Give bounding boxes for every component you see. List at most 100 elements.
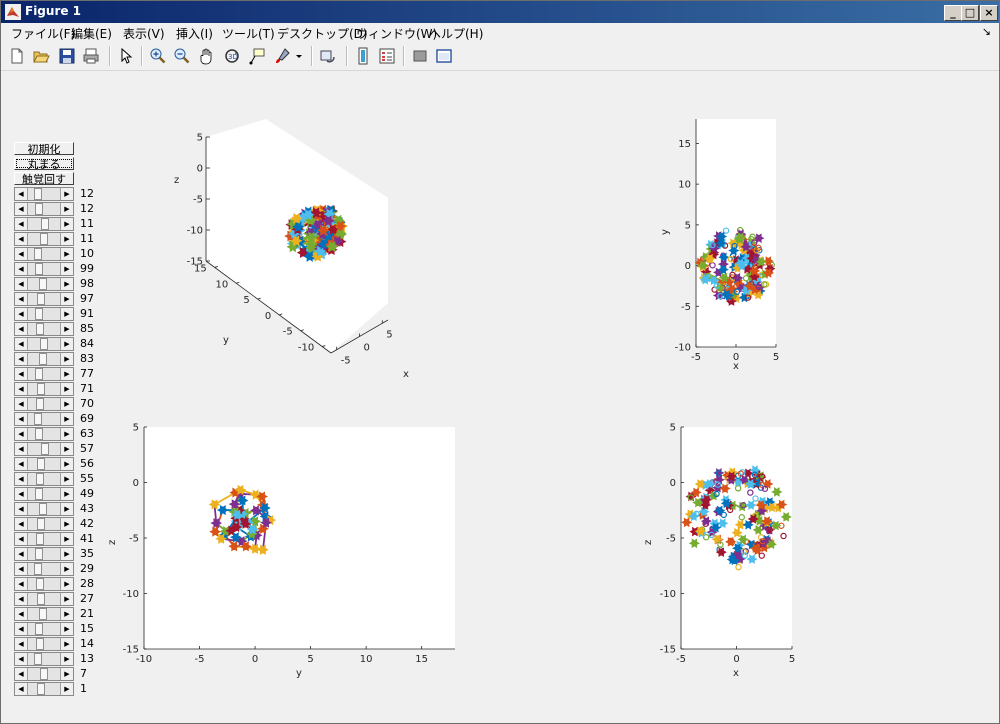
slider-16[interactable]: ◀ ▶ [14,412,74,426]
slider-thumb[interactable] [37,683,46,695]
hide-plot-tools-icon[interactable] [411,47,429,65]
slider-thumb[interactable] [33,653,42,665]
slider-right-arrow-icon[interactable]: ▶ [60,518,73,530]
new-figure-icon[interactable] [8,47,26,65]
slider-left-arrow-icon[interactable]: ◀ [15,353,28,365]
title-bar[interactable]: Figure 1 _ □ × [1,1,999,23]
slider-thumb[interactable] [36,323,45,335]
slider-thumb[interactable] [34,263,43,275]
slider-6[interactable]: ◀ ▶ [14,262,74,276]
slider-thumb[interactable] [33,188,42,200]
slider-thumb[interactable] [34,488,43,500]
slider-21[interactable]: ◀ ▶ [14,487,74,501]
dock-figure-icon[interactable]: ↘ [982,25,991,38]
slider-9[interactable]: ◀ ▶ [14,307,74,321]
slider-right-arrow-icon[interactable]: ▶ [60,623,73,635]
slider-13[interactable]: ◀ ▶ [14,367,74,381]
slider-left-arrow-icon[interactable]: ◀ [15,503,28,515]
slider-14[interactable]: ◀ ▶ [14,382,74,396]
slider-thumb[interactable] [36,398,45,410]
slider-right-arrow-icon[interactable]: ▶ [60,668,73,680]
menu-desktop[interactable]: デスクトップ(D) [277,25,368,42]
zoom-out-icon[interactable] [173,47,191,65]
slider-25[interactable]: ◀ ▶ [14,547,74,561]
slider-right-arrow-icon[interactable]: ▶ [60,413,73,425]
init-button[interactable]: 初期化 [14,142,74,156]
slider-left-arrow-icon[interactable]: ◀ [15,278,28,290]
slider-thumb[interactable] [37,593,46,605]
slider-26[interactable]: ◀ ▶ [14,562,74,576]
slider-right-arrow-icon[interactable]: ▶ [60,398,73,410]
menu-file[interactable]: ファイル(F) [11,25,75,42]
close-button[interactable]: × [980,5,998,21]
slider-right-arrow-icon[interactable]: ▶ [60,248,73,260]
slider-15[interactable]: ◀ ▶ [14,397,74,411]
slider-right-arrow-icon[interactable]: ▶ [60,293,73,305]
slider-right-arrow-icon[interactable]: ▶ [60,638,73,650]
slider-left-arrow-icon[interactable]: ◀ [15,338,28,350]
round-button[interactable]: 丸まる [14,157,74,171]
save-icon[interactable] [58,47,76,65]
slider-20[interactable]: ◀ ▶ [14,472,74,486]
slider-24[interactable]: ◀ ▶ [14,532,74,546]
slider-thumb[interactable] [40,233,48,245]
slider-left-arrow-icon[interactable]: ◀ [15,443,28,455]
slider-right-arrow-icon[interactable]: ▶ [60,338,73,350]
insert-colorbar-icon[interactable] [354,47,372,65]
slider-left-arrow-icon[interactable]: ◀ [15,458,28,470]
slider-right-arrow-icon[interactable]: ▶ [60,488,73,500]
axes-xz-view[interactable]: -5 0 5 5 0 -5 -10 -15 z x [641,416,801,686]
slider-11[interactable]: ◀ ▶ [14,337,74,351]
slider-7[interactable]: ◀ ▶ [14,277,74,291]
slider-left-arrow-icon[interactable]: ◀ [15,473,28,485]
zoom-in-icon[interactable] [149,47,167,65]
slider-thumb[interactable] [34,548,43,560]
slider-thumb[interactable] [37,458,46,470]
slider-3[interactable]: ◀ ▶ [14,217,74,231]
slider-left-arrow-icon[interactable]: ◀ [15,248,28,260]
slider-thumb[interactable] [34,368,43,380]
menu-edit[interactable]: 編集(E) [71,25,112,42]
slider-thumb[interactable] [40,338,48,350]
slider-left-arrow-icon[interactable]: ◀ [15,218,28,230]
insert-legend-icon[interactable] [378,47,396,65]
menu-window[interactable]: ウィンドウ(W) [356,25,437,42]
minimize-button[interactable]: _ [944,5,962,21]
slider-thumb[interactable] [41,443,50,455]
slider-2[interactable]: ◀ ▶ [14,202,74,216]
slider-right-arrow-icon[interactable]: ▶ [60,353,73,365]
brush-dropdown-icon[interactable] [294,47,304,65]
slider-left-arrow-icon[interactable]: ◀ [15,293,28,305]
slider-thumb[interactable] [38,278,47,290]
slider-left-arrow-icon[interactable]: ◀ [15,518,28,530]
slider-left-arrow-icon[interactable]: ◀ [15,368,28,380]
slider-thumb[interactable] [36,578,45,590]
slider-right-arrow-icon[interactable]: ▶ [60,473,73,485]
slider-thumb[interactable] [34,623,43,635]
slider-right-arrow-icon[interactable]: ▶ [60,503,73,515]
slider-right-arrow-icon[interactable]: ▶ [60,578,73,590]
axes-yz-view[interactable]: -10 -5 0 5 10 1550-5-10-15 z y [101,416,471,686]
slider-left-arrow-icon[interactable]: ◀ [15,683,28,695]
data-cursor-icon[interactable] [248,47,266,65]
maximize-button[interactable]: □ [961,5,979,21]
axes-xy-view[interactable]: -5 0 5151050-5-10 y x [656,113,796,378]
slider-left-arrow-icon[interactable]: ◀ [15,428,28,440]
slider-right-arrow-icon[interactable]: ▶ [60,368,73,380]
slider-17[interactable]: ◀ ▶ [14,427,74,441]
slider-thumb[interactable] [38,608,47,620]
slider-thumb[interactable] [37,518,46,530]
slider-left-arrow-icon[interactable]: ◀ [15,263,28,275]
print-icon[interactable] [82,47,100,65]
slider-thumb[interactable] [38,503,47,515]
slider-right-arrow-icon[interactable]: ▶ [60,683,73,695]
slider-left-arrow-icon[interactable]: ◀ [15,533,28,545]
slider-30[interactable]: ◀ ▶ [14,622,74,636]
menu-view[interactable]: 表示(V) [123,25,165,42]
slider-right-arrow-icon[interactable]: ▶ [60,563,73,575]
slider-right-arrow-icon[interactable]: ▶ [60,278,73,290]
slider-19[interactable]: ◀ ▶ [14,457,74,471]
show-plot-tools-icon[interactable] [435,47,453,65]
slider-thumb[interactable] [36,473,45,485]
slider-29[interactable]: ◀ ▶ [14,607,74,621]
